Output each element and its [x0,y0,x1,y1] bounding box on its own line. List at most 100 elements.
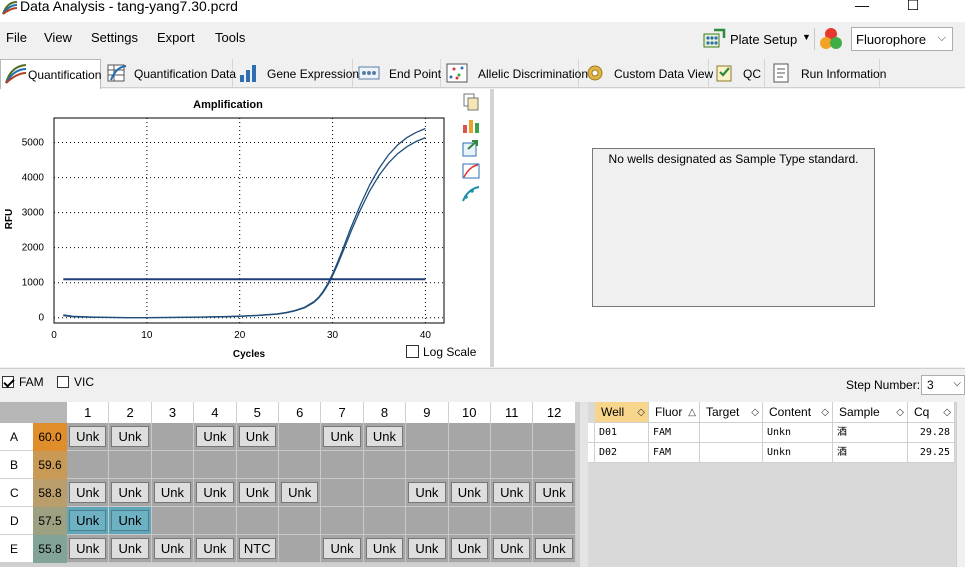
plate-well[interactable]: Unk [109,479,152,507]
plate-well[interactable] [533,423,576,451]
table-cell[interactable] [700,423,763,443]
tab-quantification-data[interactable]: Quantification Data [102,59,236,87]
column-header[interactable]: Cq ◇ [908,402,955,423]
plate-column-header[interactable]: 2 [109,402,152,423]
plate-row-header[interactable]: E [0,535,33,563]
plate-well[interactable]: Unk [533,535,576,563]
vic-checkbox[interactable]: VIC [57,375,94,389]
plate-well[interactable]: Unk [363,423,407,451]
plate-well[interactable] [491,423,534,451]
plate-well[interactable] [151,423,195,451]
plate-well[interactable]: Unk [236,479,279,507]
step-number-dropdown[interactable]: 3 ⌵ [921,375,965,395]
plate-column-header[interactable]: 5 [236,402,279,423]
plate-well[interactable]: Unk [151,479,195,507]
amplification-chart[interactable]: Amplification Cycles RFU 0 10 20 30 40 0 1000 2… [0,89,460,359]
plate-well[interactable] [279,423,322,451]
plate-well[interactable]: Unk [67,507,110,535]
plate-well[interactable] [533,507,576,535]
plate-column-header[interactable]: 6 [279,402,322,423]
fam-checkbox[interactable]: FAM [2,375,44,389]
table-cell[interactable]: Unkn [763,443,833,463]
plate-well[interactable]: Unk [406,479,449,507]
plate-well[interactable] [406,423,449,451]
plate-well[interactable]: Unk [194,479,237,507]
sort-icon[interactable]: ◇ [637,402,645,423]
plate-well[interactable]: NTC [236,535,279,563]
fluorophore-icon[interactable] [818,26,844,52]
plate-well[interactable]: Unk [448,479,491,507]
plate-well[interactable]: Unk [67,423,110,451]
table-cell[interactable] [700,443,763,463]
menu-view[interactable]: View [44,30,72,46]
results-scrollbar[interactable] [956,402,965,567]
column-header[interactable]: Fluor △ [649,402,700,423]
plate-well[interactable]: Unk [448,535,491,563]
minimize-button[interactable]: — [842,0,882,16]
column-header[interactable]: Well ◇ [595,402,649,423]
plate-well[interactable] [279,507,322,535]
plate-row-header[interactable]: B [0,451,33,479]
table-cell[interactable]: D02 [595,443,649,463]
sort-icon[interactable]: ◇ [896,402,904,423]
plate-well[interactable] [194,507,237,535]
table-cell[interactable]: 29.25 [908,443,955,463]
plate-well[interactable] [533,451,576,479]
plate-well[interactable]: Unk [279,479,322,507]
plate-column-header[interactable]: 9 [406,402,449,423]
menu-tools[interactable]: Tools [215,30,245,46]
plate-column-header[interactable]: 8 [363,402,407,423]
table-cell[interactable]: Unkn [763,423,833,443]
plate-well[interactable] [363,451,407,479]
plate-row-header[interactable]: A [0,423,33,451]
plate-well[interactable]: Unk [406,535,449,563]
sort-icon[interactable]: △ [688,402,696,423]
plate-column-header[interactable]: 3 [151,402,195,423]
column-header[interactable]: Target ◇ [700,402,763,423]
plate-well[interactable] [406,451,449,479]
plate-well[interactable] [491,451,534,479]
copy-icon[interactable] [462,93,480,111]
plate-well[interactable]: Unk [109,423,152,451]
table-row[interactable] [588,423,595,443]
maximize-button[interactable]: ☐ [893,0,933,16]
export-icon[interactable] [462,139,480,157]
table-row[interactable] [588,443,595,463]
plate-well[interactable] [448,451,491,479]
plate-well[interactable] [406,507,449,535]
tab-run-information[interactable]: Run Information [766,59,886,87]
amplification-curve-2[interactable] [63,137,426,319]
plate-well[interactable]: Unk [67,535,110,563]
plate-well[interactable] [194,451,237,479]
plate-well[interactable]: Unk [321,423,364,451]
tab-custom-data-view[interactable]: Custom Data View [580,59,713,87]
plate-well[interactable] [363,479,407,507]
plate-well[interactable]: Unk [363,535,407,563]
plate-column-header[interactable]: 10 [448,402,491,423]
tab-quantification[interactable]: Quantification [0,59,101,89]
column-header[interactable]: Sample ◇ [833,402,908,423]
menu-file[interactable]: File [6,30,27,46]
plate-well[interactable] [109,451,152,479]
plate-well[interactable]: Unk [236,423,279,451]
plate-row-header[interactable]: C [0,479,33,507]
plate-column-header[interactable]: 1 [67,402,110,423]
zoom-chart-icon[interactable] [462,162,480,180]
table-cell[interactable]: D01 [595,423,649,443]
plate-row-header[interactable]: D [0,507,33,535]
plate-well[interactable] [321,479,364,507]
log-scale-checkbox[interactable]: Log Scale [406,345,476,359]
table-cell[interactable]: 酒 [833,443,908,463]
plate-column-header[interactable]: 7 [321,402,364,423]
tab-end-point[interactable]: End Point [354,59,441,87]
plate-well[interactable]: Unk [491,535,534,563]
plate-setup-button[interactable]: Plate Setup ▼ [702,26,812,52]
sort-icon[interactable]: ◇ [751,402,759,423]
tab-qc[interactable]: QC [710,59,765,87]
plate-well[interactable] [491,507,534,535]
table-cell[interactable]: 29.28 [908,423,955,443]
plate-column-header[interactable]: 12 [533,402,576,423]
table-cell[interactable]: 酒 [833,423,908,443]
plate-well[interactable] [279,451,322,479]
sort-icon[interactable]: ◇ [943,402,951,423]
